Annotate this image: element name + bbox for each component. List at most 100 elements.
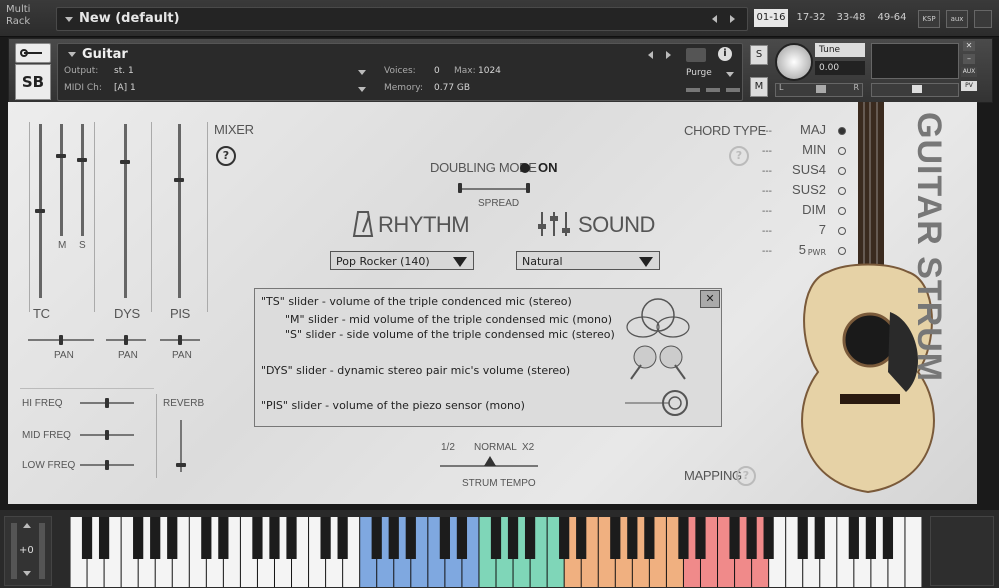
prev-instrument-icon[interactable] [648,51,653,59]
sound-dropdown[interactable]: Natural [516,251,660,270]
wrench-icon[interactable] [15,43,51,63]
strum-tempo-handle[interactable] [484,456,496,466]
midi-dropdown-icon[interactable] [358,87,366,92]
chord-dim-radio[interactable] [838,207,846,215]
black-key[interactable] [559,517,570,559]
chord-7[interactable]: 7 [819,222,826,237]
volume-slider[interactable] [871,83,959,97]
aux-button[interactable]: aux [946,10,968,28]
pis-fader-track[interactable] [178,124,181,298]
black-key[interactable] [490,517,502,559]
rhythm-dropdown[interactable]: Pop Rocker (140) [330,251,474,270]
spread-handle-right[interactable] [526,183,530,193]
black-key[interactable] [507,517,519,559]
pv-toggle[interactable]: PV [961,81,977,91]
octave-up-icon[interactable] [23,523,31,528]
m-fader-handle[interactable] [56,154,66,158]
range-01-16-button[interactable]: 01-16 [754,9,788,27]
pitch-wheel[interactable] [11,523,17,579]
octave-down-icon[interactable] [23,571,31,576]
black-key[interactable] [644,517,655,559]
chord-sus4[interactable]: SUS4 [792,162,826,177]
black-key[interactable] [797,517,808,559]
black-key[interactable] [456,517,468,559]
black-key[interactable] [269,517,280,559]
black-key[interactable] [388,517,399,559]
chevron-down-icon[interactable] [68,52,76,57]
solo-button[interactable]: S [750,45,768,65]
black-key[interactable] [576,517,587,559]
black-key[interactable] [729,517,740,559]
max-voices-value[interactable]: 1024 [478,66,501,76]
mapping-help-icon[interactable]: ? [736,466,756,486]
ksp-button[interactable]: KSP [918,10,940,28]
info-icon[interactable]: i [718,47,732,61]
chord-5[interactable]: 5 [799,242,806,257]
range-49-64-button[interactable]: 49-64 [874,9,910,27]
close-icon[interactable]: ✕ [700,290,720,308]
tc-pan-handle[interactable] [59,335,63,345]
s-fader-handle[interactable] [77,158,87,162]
black-key[interactable] [814,517,825,559]
chord-7-radio[interactable] [838,227,846,235]
minimize-icon[interactable]: – [963,54,975,64]
range-17-32-button[interactable]: 17-32 [794,9,828,27]
volume-handle[interactable] [912,85,922,93]
next-instrument-icon[interactable] [666,51,671,59]
chord-sus2-radio[interactable] [838,187,846,195]
chord-help-icon[interactable]: ? [729,146,749,166]
spread-handle-left[interactable] [458,183,462,193]
tune-knob[interactable] [775,43,813,81]
dys-fader-handle[interactable] [120,160,130,164]
black-key[interactable] [201,517,212,559]
pan-handle[interactable] [816,85,826,93]
black-key[interactable] [695,517,706,559]
black-key[interactable] [218,517,229,559]
pis-pan-handle[interactable] [178,335,182,345]
mid-freq-handle[interactable] [105,430,109,440]
black-key[interactable] [252,517,263,559]
black-key[interactable] [439,517,450,559]
tc-fader-handle[interactable] [35,209,45,213]
chord-maj-radio[interactable] [838,127,846,135]
mod-wheel[interactable] [39,523,45,579]
mute-button[interactable]: M [750,77,768,97]
chord-min[interactable]: MIN [802,142,826,157]
purge-button[interactable]: Purge [686,68,712,78]
purge-dropdown-icon[interactable] [726,72,734,77]
rack-view-icon[interactable] [974,10,992,28]
black-key[interactable] [865,517,876,559]
chord-dim[interactable]: DIM [802,202,826,217]
white-key[interactable] [905,517,922,587]
black-key[interactable] [133,517,144,559]
black-key[interactable] [150,517,161,559]
low-freq-handle[interactable] [105,460,109,470]
range-33-48-button[interactable]: 33-48 [834,9,868,27]
black-key[interactable] [882,517,894,559]
black-key[interactable] [98,517,110,559]
black-key[interactable] [371,517,382,559]
pis-fader-handle[interactable] [174,178,184,182]
tune-value[interactable]: 0.00 [815,61,865,75]
output-dropdown-icon[interactable] [358,70,366,75]
black-key[interactable] [405,517,416,559]
next-preset-icon[interactable] [730,15,735,23]
preset-selector[interactable]: New (default) [56,7,748,31]
hi-freq-handle[interactable] [105,398,109,408]
m-fader-track[interactable] [60,124,63,236]
dys-fader-track[interactable] [124,124,127,298]
black-key[interactable] [337,517,348,559]
black-key[interactable] [678,517,689,559]
aux-toggle[interactable]: AUX [961,67,977,77]
chevron-down-icon[interactable] [65,17,73,22]
chord-sus2[interactable]: SUS2 [792,182,826,197]
black-key[interactable] [746,517,757,559]
spread-slider[interactable] [458,188,530,190]
s-fader-track[interactable] [81,124,84,236]
chord-min-radio[interactable] [838,147,846,155]
black-key[interactable] [167,517,178,559]
chord-maj[interactable]: MAJ [800,122,826,137]
black-key[interactable] [524,517,536,559]
black-key[interactable] [610,517,621,559]
pan-slider[interactable]: L R [775,83,863,97]
